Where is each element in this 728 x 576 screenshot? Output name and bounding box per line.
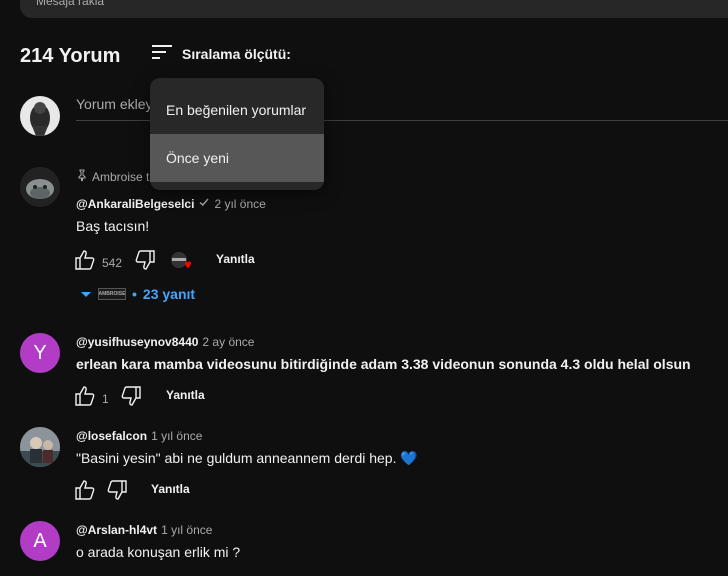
like-icon[interactable]: [74, 386, 96, 411]
comment-avatar[interactable]: Y: [20, 333, 60, 373]
comment-text: erlean kara mamba videosunu bitirdiğinde…: [76, 356, 691, 372]
pinned-text: Ambroise ta: [92, 169, 157, 184]
comment-header: @Arslan-hl4vt 1 yıl önce: [76, 523, 212, 537]
previous-input-text: Mesaja rakla: [36, 0, 105, 8]
pinned-label: Ambroise ta: [76, 169, 156, 184]
creator-heart-icon: [170, 252, 192, 272]
pin-icon: [76, 169, 88, 184]
replies-dot: •: [132, 286, 137, 302]
comment-header: @losefalcon 1 yıl önce: [76, 429, 202, 443]
comment-actions: 1: [74, 386, 109, 411]
comment-avatar[interactable]: [20, 427, 60, 467]
verified-icon: [198, 195, 210, 213]
like-count: 542: [102, 255, 123, 270]
comment-header: @AnkaraliBelgeselci 2 yıl önce: [76, 195, 266, 213]
comment-actions: 542: [74, 250, 122, 275]
dislike-icon[interactable]: [120, 386, 142, 411]
current-user-avatar: [20, 96, 60, 136]
replies-count: 23 yanıt: [142, 286, 196, 302]
comment-time[interactable]: 2 yıl önce: [214, 197, 265, 211]
dislike-icon[interactable]: [106, 480, 128, 505]
reply-button[interactable]: Yanıtla: [166, 388, 205, 402]
comment-text: Baş tacısın!: [76, 218, 150, 234]
comment-author[interactable]: @AnkaraliBelgeselci: [76, 197, 194, 211]
sort-option-newest[interactable]: Önce yeni: [150, 134, 324, 182]
comment-avatar[interactable]: [20, 167, 60, 207]
comment-time[interactable]: 2 ay önce: [202, 335, 254, 349]
replies-toggle[interactable]: AMBROISE • 23 yanıt: [80, 286, 195, 302]
comment-avatar[interactable]: A: [20, 521, 60, 561]
like-count: 1: [102, 391, 109, 406]
like-icon[interactable]: [74, 250, 96, 275]
replies-creator-avatar: AMBROISE: [98, 288, 126, 300]
comment-time[interactable]: 1 yıl önce: [161, 523, 212, 537]
sort-label: Sıralama ölçütü:: [182, 46, 291, 62]
reply-button[interactable]: Yanıtla: [151, 482, 190, 496]
caret-down-icon: [80, 286, 92, 302]
comment-author[interactable]: @yusifhuseynov8440: [76, 335, 198, 349]
comment-text: "Basini yesin" abi ne guldum anneannem d…: [76, 450, 418, 466]
comment-time[interactable]: 1 yıl önce: [151, 429, 202, 443]
comment-author[interactable]: @Arslan-hl4vt: [76, 523, 157, 537]
sort-menu: En beğenilen yorumlar Önce yeni: [150, 78, 324, 190]
dislike-icon[interactable]: [134, 250, 156, 275]
sort-icon: [152, 44, 172, 65]
sort-button[interactable]: Sıralama ölçütü:: [152, 42, 291, 66]
comment-header: @yusifhuseynov8440 2 ay önce: [76, 335, 254, 349]
reply-button[interactable]: Yanıtla: [216, 252, 255, 266]
like-icon[interactable]: [74, 480, 96, 505]
previous-input-box: Mesaja rakla: [20, 0, 728, 18]
comment-author[interactable]: @losefalcon: [76, 429, 147, 443]
comment-text: o arada konuşan erlik mi ?: [76, 544, 241, 560]
sort-option-top[interactable]: En beğenilen yorumlar: [150, 86, 324, 134]
comment-count: 214 Yorum: [20, 45, 121, 67]
